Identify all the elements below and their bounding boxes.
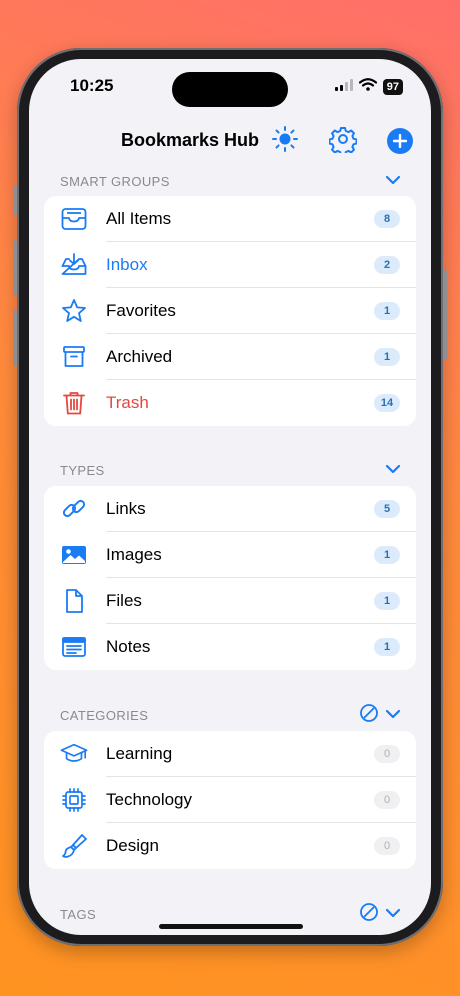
cpu-chip-icon — [60, 787, 88, 813]
cellular-signal-icon — [334, 78, 353, 96]
list-item-label: Files — [106, 591, 142, 610]
list-item-label: Learning — [106, 744, 173, 763]
plus-icon — [387, 128, 413, 154]
list-item-archived[interactable]: Archived 1 — [44, 334, 416, 380]
list-item-label: Design — [106, 836, 159, 855]
graduation-cap-icon — [60, 741, 88, 767]
count-badge: 5 — [374, 500, 400, 518]
list-item-label: Trash — [106, 393, 149, 412]
section-title: CATEGORIES — [60, 707, 149, 723]
list-item-trash[interactable]: Trash 14 — [44, 380, 416, 426]
settings-button[interactable] — [327, 125, 359, 157]
chevron-down-icon[interactable] — [385, 461, 401, 479]
list-item-files[interactable]: Files 1 — [44, 578, 416, 624]
count-badge: 14 — [374, 394, 400, 412]
count-badge: 1 — [374, 302, 400, 320]
count-badge: 0 — [374, 745, 400, 763]
volume-down-button — [13, 310, 17, 366]
count-badge: 0 — [374, 791, 400, 809]
list-item-images[interactable]: Images 1 — [44, 532, 416, 578]
navigation-bar: Bookmarks Hub — [29, 119, 431, 163]
list-item-links[interactable]: Links 5 — [44, 486, 416, 532]
sun-icon — [271, 125, 299, 158]
list-item-label: Notes — [106, 637, 151, 656]
list-item-design[interactable]: Design 0 — [44, 823, 416, 869]
chevron-down-icon[interactable] — [385, 172, 401, 190]
count-badge: 8 — [374, 210, 400, 228]
list-item-technology[interactable]: Technology 0 — [44, 777, 416, 823]
list-item-label: Inbox — [106, 255, 148, 274]
list-item-label: All Items — [106, 209, 172, 228]
link-icon — [60, 496, 88, 522]
edit-disabled-icon[interactable] — [359, 703, 379, 728]
section-title: TYPES — [60, 462, 105, 478]
chevron-down-icon[interactable] — [385, 905, 401, 923]
star-icon — [60, 298, 88, 324]
smart-groups-header[interactable]: SMART GROUPS — [60, 170, 401, 192]
screen: 10:25 97 Bookmarks Hub SMART GROUPS All … — [29, 59, 431, 935]
count-badge: 1 — [374, 348, 400, 366]
notes-icon — [60, 634, 88, 660]
list-item-notes[interactable]: Notes 1 — [44, 624, 416, 670]
archive-box-icon — [60, 344, 88, 370]
count-badge: 1 — [374, 546, 400, 564]
list-item-learning[interactable]: Learning 0 — [44, 731, 416, 777]
image-icon — [60, 542, 88, 568]
power-button — [443, 270, 447, 360]
file-icon — [60, 588, 88, 614]
list-item-all-items[interactable]: All Items 8 — [44, 196, 416, 242]
section-title: SMART GROUPS — [60, 173, 170, 189]
list-item-label: Technology — [106, 790, 193, 809]
dynamic-island — [172, 72, 288, 107]
count-badge: 1 — [374, 592, 400, 610]
home-indicator[interactable] — [159, 924, 303, 929]
status-icons: 97 — [334, 78, 403, 96]
count-badge: 2 — [374, 256, 400, 274]
count-badge: 1 — [374, 638, 400, 656]
appearance-toggle-button[interactable] — [269, 125, 301, 157]
add-bookmark-button[interactable] — [384, 125, 416, 157]
list-item-label: Images — [106, 545, 162, 564]
categories-header[interactable]: CATEGORIES — [60, 703, 401, 728]
count-badge: 0 — [374, 837, 400, 855]
gear-icon — [328, 125, 358, 158]
list-item-inbox[interactable]: Inbox 2 — [44, 242, 416, 288]
list-item-label: Favorites — [106, 301, 176, 320]
action-button — [13, 185, 17, 215]
types-list: Links 5 Images 1 Files 1 Notes 1 — [44, 486, 416, 670]
smart-groups-list: All Items 8 Inbox 2 Favorites 1 Archived… — [44, 196, 416, 426]
wifi-icon — [358, 78, 377, 96]
volume-up-button — [13, 240, 17, 296]
types-header[interactable]: TYPES — [60, 459, 401, 481]
categories-list: Learning 0 Technology 0 Design 0 — [44, 731, 416, 869]
page-title: Bookmarks Hub — [121, 130, 260, 150]
section-title: TAGS — [60, 906, 97, 922]
tags-header[interactable]: TAGS — [60, 902, 401, 927]
status-time: 10:25 — [70, 76, 114, 95]
inbox-download-icon — [60, 252, 88, 278]
edit-disabled-icon[interactable] — [359, 902, 379, 927]
paintbrush-icon — [60, 833, 88, 859]
list-item-favorites[interactable]: Favorites 1 — [44, 288, 416, 334]
battery-indicator: 97 — [382, 79, 403, 95]
chevron-down-icon[interactable] — [385, 706, 401, 724]
trash-icon — [60, 390, 88, 416]
list-item-label: Archived — [106, 347, 173, 366]
list-item-label: Links — [106, 499, 146, 518]
tray-icon — [60, 206, 88, 232]
